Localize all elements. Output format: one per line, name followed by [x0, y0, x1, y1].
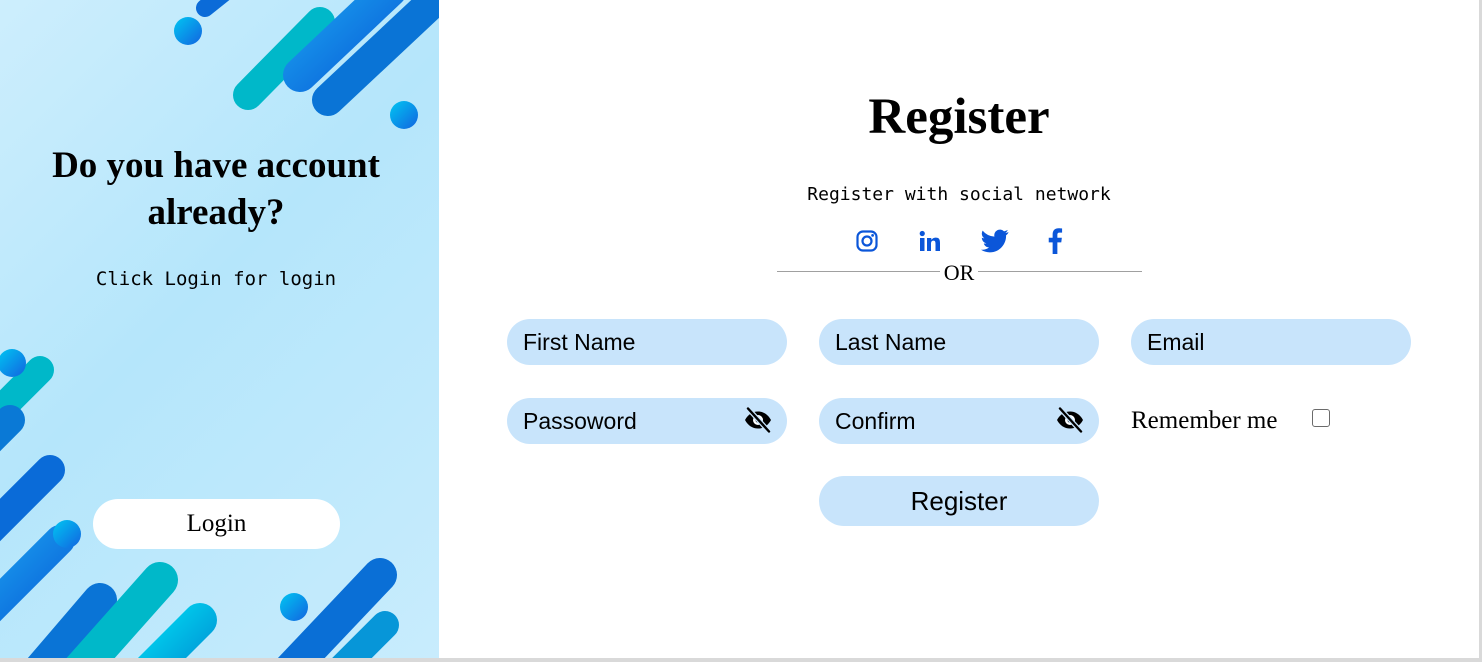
eye-slash-icon[interactable]	[1054, 405, 1086, 435]
or-divider-text: OR	[943, 260, 975, 285]
divider-line-left	[777, 271, 940, 272]
login-prompt-heading: Do you have account already?	[0, 142, 432, 236]
decorative-wave-shapes	[0, 0, 439, 658]
register-button[interactable]: Register	[819, 476, 1099, 526]
first-name-input[interactable]	[507, 319, 787, 365]
remember-me-label: Remember me	[1131, 407, 1278, 434]
divider-line-right	[978, 271, 1142, 272]
heading-line-1: Do you have account	[52, 145, 380, 186]
email-input[interactable]	[1131, 319, 1411, 365]
facebook-icon[interactable]	[1040, 226, 1070, 256]
window-border-bottom	[0, 658, 1482, 662]
login-button[interactable]: Login	[93, 499, 340, 549]
last-name-input[interactable]	[819, 319, 1099, 365]
page-title: Register	[868, 89, 1050, 145]
eye-slash-icon[interactable]	[742, 405, 774, 435]
heading-line-2: already?	[147, 192, 285, 233]
login-prompt-subtitle: Click Login for login	[95, 268, 337, 290]
linkedin-icon[interactable]	[915, 226, 945, 256]
remember-me-checkbox[interactable]	[1312, 409, 1330, 427]
twitter-icon[interactable]	[980, 226, 1010, 256]
instagram-icon[interactable]	[852, 226, 882, 256]
login-side-panel: Do you have account already? Click Login …	[0, 0, 439, 658]
social-register-text: Register with social network	[807, 184, 1111, 205]
